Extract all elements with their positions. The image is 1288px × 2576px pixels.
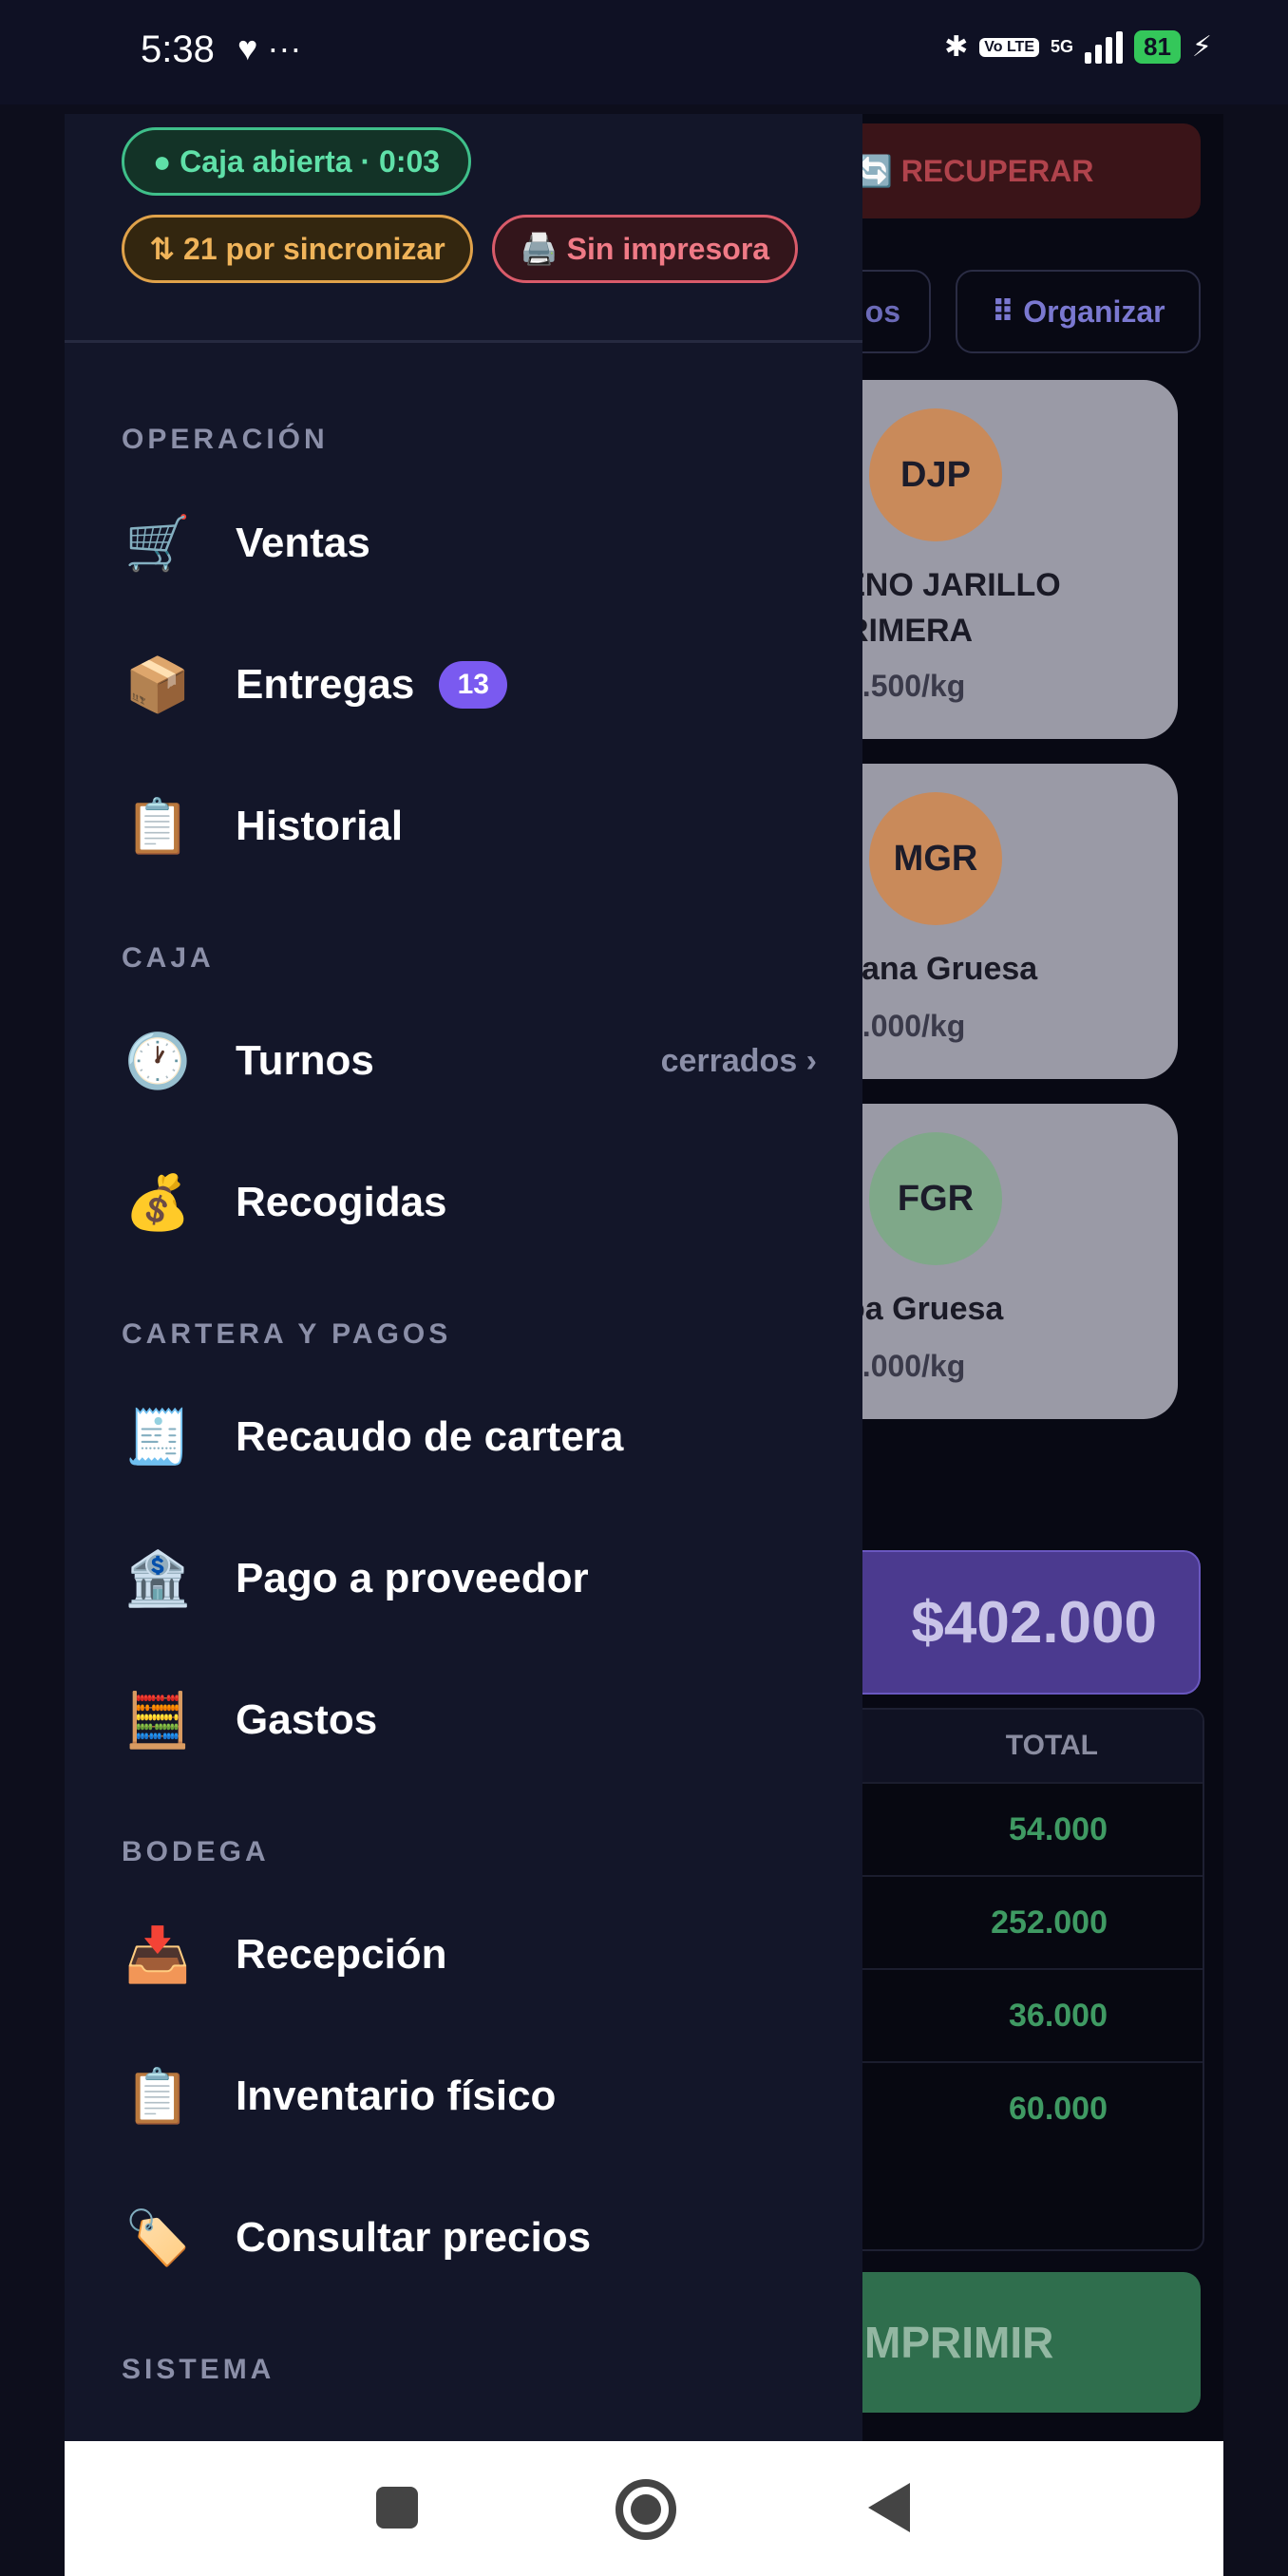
notification-icons: ♥ ··· [237,28,302,67]
inbox-tray-icon: 📥 [124,1924,191,1984]
menu-item-label: Historial [236,803,404,849]
menu-item-label: Recepción [236,1931,447,1978]
menu-item-label: Ventas [236,520,370,566]
menu-item-historial[interactable]: 📋 Historial [65,765,862,888]
signal-icon [1085,30,1123,64]
abacus-icon: 🧮 [124,1690,191,1750]
product-avatar: MGR [869,792,1002,925]
battery-level: 81 [1134,30,1181,64]
charging-icon: ⚡ [1191,31,1212,63]
menu-item-consultar-precios[interactable]: 🏷️ Consultar precios [65,2176,862,2300]
bank-icon: 🏦 [124,1548,191,1608]
product-name: ZNO JARILLO RIMERA [845,567,1061,649]
menu-item-ventas[interactable]: 🛒 Ventas [65,482,862,605]
menu-item-pago-proveedor[interactable]: 🏦 Pago a proveedor [65,1517,862,1640]
clock-icon: 🕐 [124,1031,191,1090]
menu-item-recogidas[interactable]: 💰 Recogidas [65,1141,862,1264]
system-navigation-bar [65,2441,1223,2576]
network-type: 5G [1050,37,1073,56]
menu-item-recepcion[interactable]: 📥 Recepción [65,1893,862,2017]
organizar-button[interactable]: ⠿ Organizar [956,270,1201,353]
menu-item-label: Pago a proveedor [236,1555,589,1601]
status-bar: 5:38 ♥ ··· ✱ Vo LTE 5G 81 ⚡ [0,0,1288,104]
menu-item-inventario[interactable]: 📋 Inventario físico [65,2035,862,2158]
section-cartera: CARTERA Y PAGOS [122,1318,452,1350]
menu-item-label: Gastos [236,1696,378,1743]
back-button[interactable] [868,2483,910,2532]
menu-item-label: Inventario físico [236,2073,557,2119]
package-icon: 📦 [124,654,191,714]
drawer-divider [65,340,862,343]
product-price: 4.000/kg [845,1009,966,1043]
count-badge: 13 [439,661,508,709]
product-price: 4.500/kg [845,669,966,703]
menu-item-label: Recogidas [236,1179,447,1225]
clipboard-icon: 📋 [124,796,191,856]
bluetooth-icon: ✱ [944,31,969,63]
money-bag-icon: 💰 [124,1172,191,1232]
section-bodega: BODEGA [122,1836,270,1867]
cart-icon: 🛒 [124,513,191,573]
volte-icon: Vo LTE [979,37,1039,57]
home-button[interactable] [616,2479,676,2540]
status-indicators: ✱ Vo LTE 5G 81 ⚡ [944,30,1212,64]
menu-item-recaudo[interactable]: 🧾 Recaudo de cartera [65,1375,862,1499]
menu-item-label: Turnos [236,1037,374,1084]
section-caja: CAJA [122,942,215,974]
navigation-drawer: ● Caja abierta · 0:03 ⇅ 21 por sincroniz… [65,114,862,2441]
section-sistema: SISTEMA [122,2354,275,2385]
clipboard-icon: 📋 [124,2066,191,2126]
menu-item-gastos[interactable]: 🧮 Gastos [65,1658,862,1782]
product-avatar: FGR [869,1132,1002,1265]
menu-item-turnos[interactable]: 🕐 Turnos cerrados › [65,999,862,1123]
printer-status-pill[interactable]: 🖨️ Sin impresora [492,215,798,283]
menu-item-label: Entregas [236,661,415,708]
receipt-icon: 🧾 [124,1407,191,1467]
section-operacion: OPERACIÓN [122,424,329,455]
menu-item-label: Consultar precios [236,2214,592,2261]
caja-status-pill[interactable]: ● Caja abierta · 0:03 [122,127,471,196]
turnos-status: cerrados › [660,1042,817,1079]
menu-item-entregas[interactable]: 📦 Entregas 13 [65,623,862,747]
price-tag-icon: 🏷️ [124,2207,191,2267]
product-name: zana Gruesa [845,951,1038,987]
status-time: 5:38 [141,28,215,70]
product-price: 5.000/kg [845,1349,966,1383]
product-avatar: DJP [869,408,1002,541]
menu-item-label: Recaudo de cartera [236,1413,624,1460]
sync-status-pill[interactable]: ⇅ 21 por sincronizar [122,215,473,283]
recents-button[interactable] [376,2487,418,2529]
product-name: oa Gruesa [845,1291,1004,1327]
